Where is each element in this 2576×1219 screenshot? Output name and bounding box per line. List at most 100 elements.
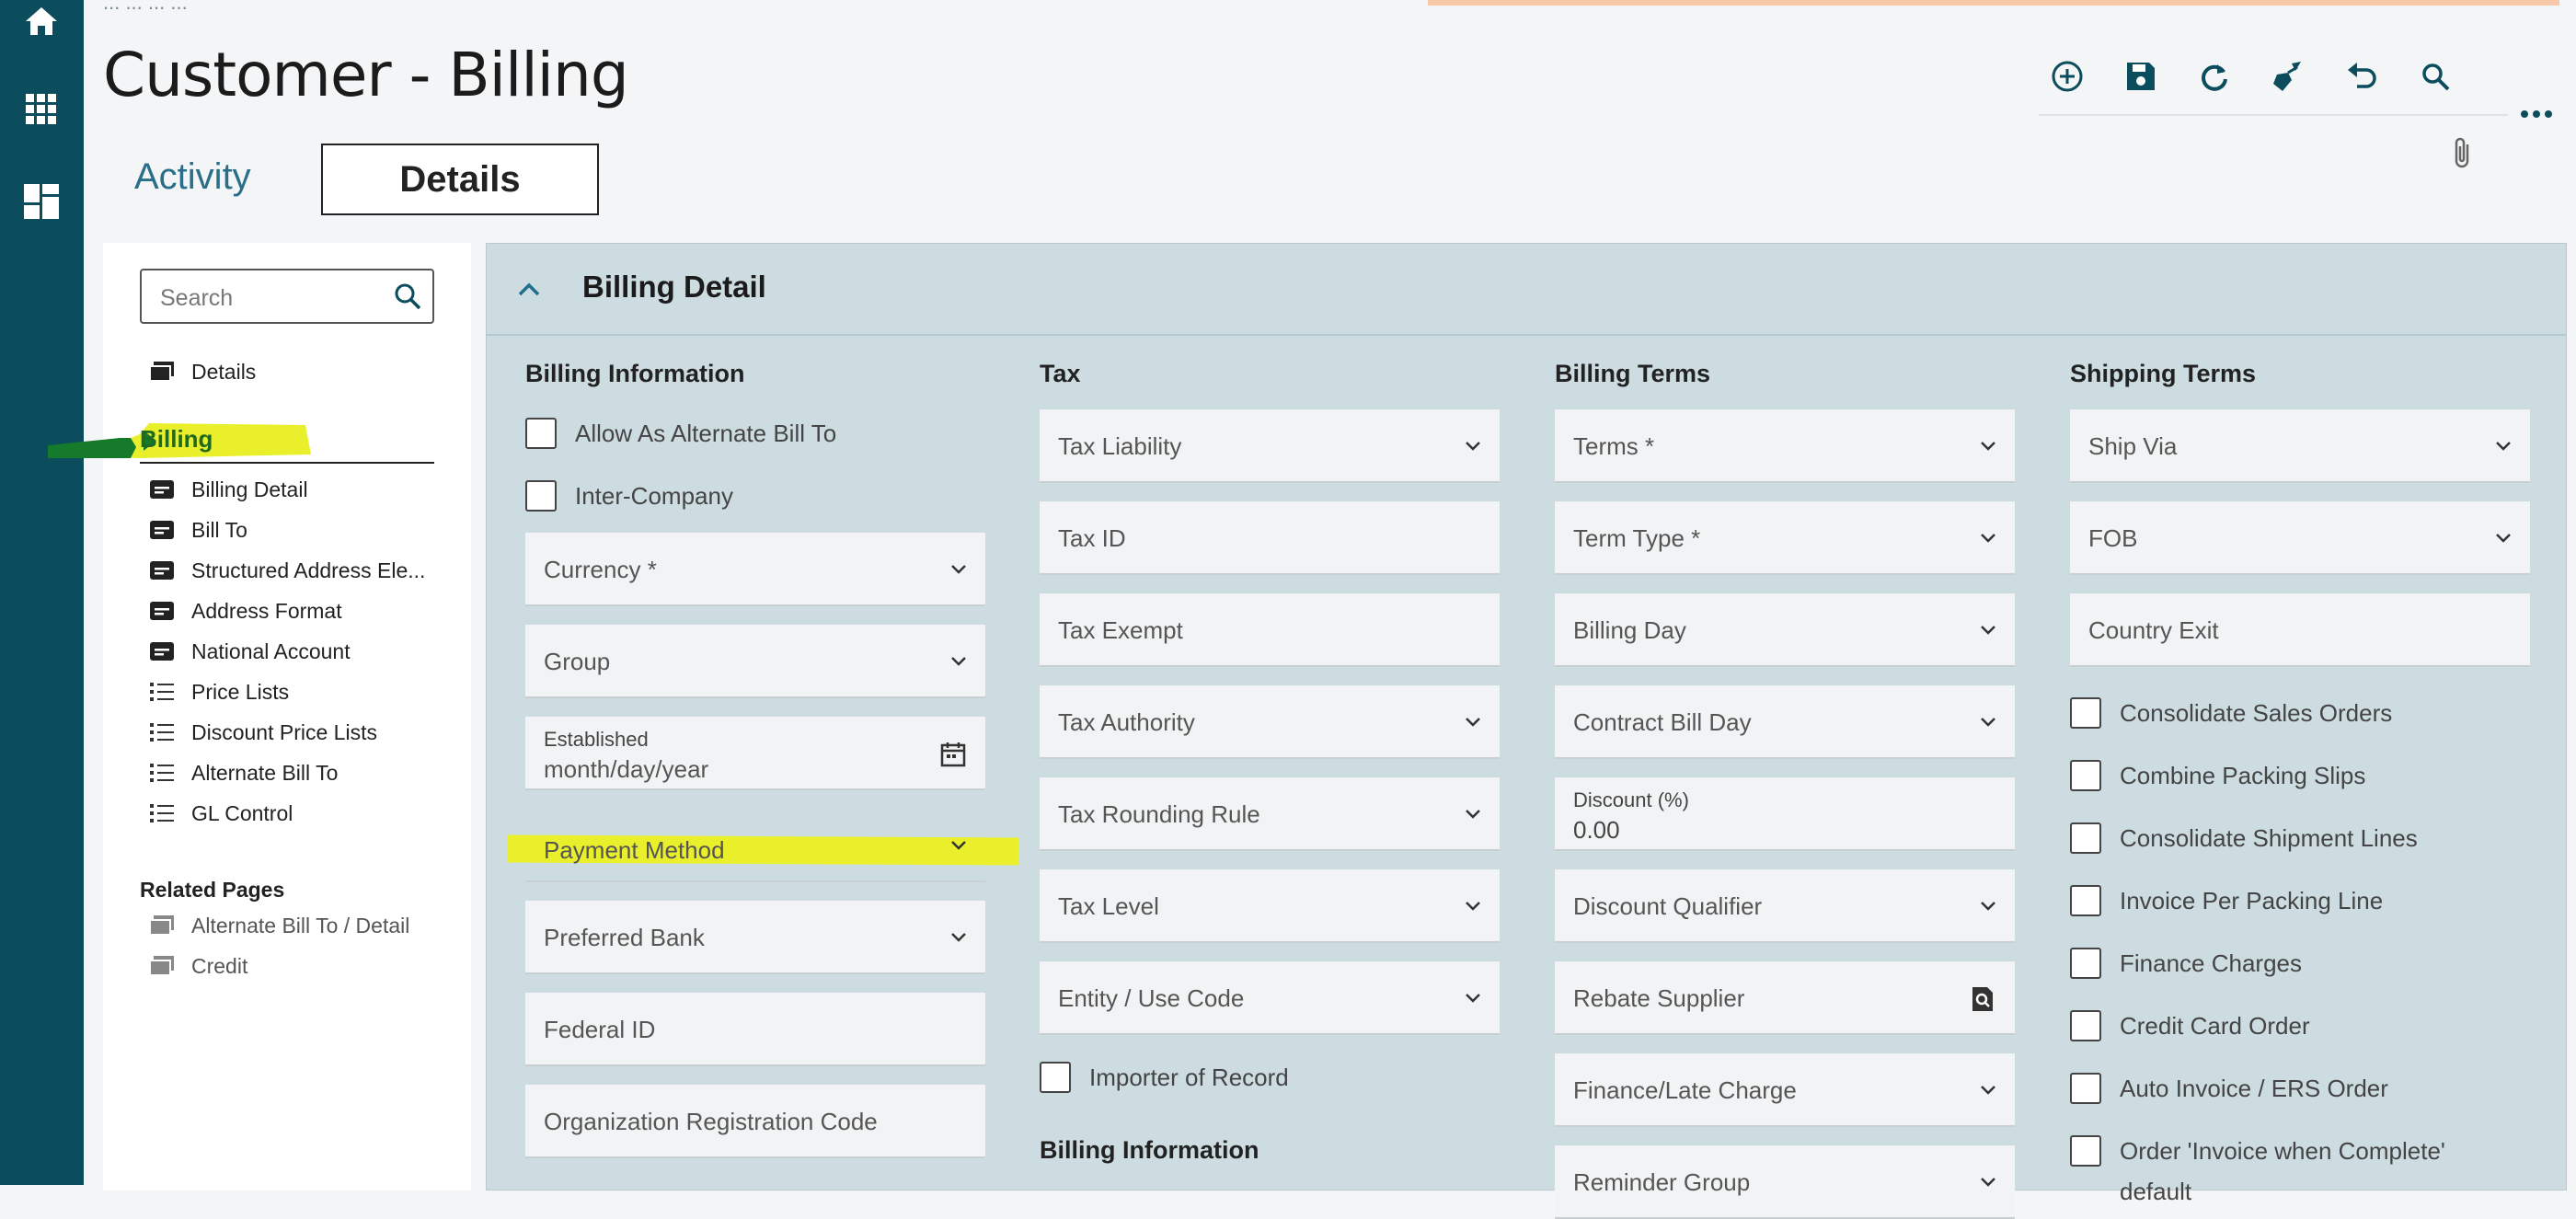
- calendar-icon[interactable]: [939, 741, 967, 768]
- more-options-icon[interactable]: [2513, 98, 2559, 131]
- chevron-down-icon[interactable]: [1463, 987, 1483, 1007]
- search-icon[interactable]: [2410, 52, 2460, 101]
- checkbox-box[interactable]: [2070, 697, 2101, 729]
- undo-icon[interactable]: [2337, 52, 2386, 101]
- country-exit-field[interactable]: Country Exit: [2070, 593, 2530, 667]
- tab-details[interactable]: Details: [321, 144, 599, 215]
- nav-search-input[interactable]: Search: [140, 269, 434, 324]
- attachment-icon[interactable]: [2442, 132, 2482, 173]
- checkbox-box[interactable]: [1040, 1062, 1071, 1093]
- federal-id-field[interactable]: Federal ID: [525, 993, 985, 1066]
- auto-invoice-ers-order-checkbox[interactable]: Auto Invoice / ERS Order: [2070, 1070, 2388, 1107]
- importer-of-record-checkbox[interactable]: Importer of Record: [1040, 1059, 1289, 1096]
- order-invoice-when-complete-checkbox[interactable]: Order 'Invoice when Complete': [2070, 1133, 2445, 1169]
- add-icon[interactable]: [2042, 52, 2092, 101]
- nav-item-bill-to[interactable]: Bill To: [147, 512, 247, 548]
- chevron-down-icon[interactable]: [1978, 1079, 1998, 1099]
- chevron-down-icon[interactable]: [1978, 435, 1998, 455]
- entity-use-code-select[interactable]: Entity / Use Code: [1040, 961, 1500, 1035]
- chevron-down-icon[interactable]: [1978, 1171, 1998, 1191]
- finance-charges-checkbox[interactable]: Finance Charges: [2070, 945, 2302, 982]
- nav-item-structured-address-ele[interactable]: Structured Address Ele...: [147, 552, 425, 589]
- inter-company-checkbox[interactable]: Inter-Company: [525, 477, 733, 514]
- consolidate-shipment-lines-checkbox[interactable]: Consolidate Shipment Lines: [2070, 820, 2418, 857]
- checkbox-box[interactable]: [525, 480, 557, 512]
- reminder-group-select[interactable]: Reminder Group: [1555, 1145, 2015, 1219]
- breadcrumb[interactable]: ... ... ... ...: [103, 0, 188, 15]
- checkbox-label: Auto Invoice / ERS Order: [2120, 1074, 2388, 1102]
- nav-item-details[interactable]: Details: [147, 353, 256, 390]
- chevron-down-icon[interactable]: [949, 650, 969, 671]
- chevron-down-icon[interactable]: [2493, 527, 2513, 547]
- tax-level-select[interactable]: Tax Level: [1040, 869, 1500, 943]
- chevron-down-icon[interactable]: [1978, 895, 1998, 915]
- refresh-icon[interactable]: [2190, 52, 2239, 101]
- nav-item-alternate-bill-to[interactable]: Alternate Bill To: [147, 754, 338, 791]
- checkbox-box[interactable]: [2070, 760, 2101, 791]
- chevron-down-icon[interactable]: [1463, 711, 1483, 731]
- nav-group-billing[interactable]: Billing: [48, 420, 434, 464]
- checkbox-box[interactable]: [2070, 1010, 2101, 1041]
- contract-bill-day-select[interactable]: Contract Bill Day: [1555, 685, 2015, 759]
- app-rail: [0, 0, 84, 1185]
- chevron-down-icon[interactable]: [949, 558, 969, 579]
- chevron-down-icon[interactable]: [2493, 435, 2513, 455]
- nav-item-address-format[interactable]: Address Format: [147, 592, 342, 629]
- checkbox-box[interactable]: [2070, 1073, 2101, 1104]
- nav-item-billing-detail[interactable]: Billing Detail: [147, 471, 308, 508]
- tax-exempt-field[interactable]: Tax Exempt: [1040, 593, 1500, 667]
- chevron-down-icon[interactable]: [1463, 435, 1483, 455]
- related-credit[interactable]: Credit: [147, 948, 247, 984]
- discount-percent-field[interactable]: Discount (%) 0.00: [1555, 777, 2015, 851]
- combine-packing-slips-checkbox[interactable]: Combine Packing Slips: [2070, 757, 2365, 794]
- billing-day-select[interactable]: Billing Day: [1555, 593, 2015, 667]
- nav-item-price-lists[interactable]: Price Lists: [147, 673, 289, 710]
- chevron-down-icon[interactable]: [1463, 803, 1483, 823]
- tax-rounding-rule-select[interactable]: Tax Rounding Rule: [1040, 777, 1500, 851]
- apps-grid-icon[interactable]: [20, 88, 63, 131]
- checkbox-box[interactable]: [2070, 885, 2101, 916]
- currency-select[interactable]: Currency *: [525, 533, 985, 606]
- nav-item-discount-price-lists[interactable]: Discount Price Lists: [147, 714, 377, 751]
- group-select[interactable]: Group: [525, 625, 985, 698]
- organization-registration-code-field[interactable]: Organization Registration Code: [525, 1085, 985, 1158]
- fob-select[interactable]: FOB: [2070, 501, 2530, 575]
- ship-via-select[interactable]: Ship Via: [2070, 409, 2530, 483]
- established-date-field[interactable]: Established month/day/year: [525, 717, 985, 790]
- allow-as-alternate-bill-to-checkbox[interactable]: Allow As Alternate Bill To: [525, 415, 836, 452]
- chevron-down-icon[interactable]: [1978, 527, 1998, 547]
- consolidate-sales-orders-checkbox[interactable]: Consolidate Sales Orders: [2070, 695, 2392, 731]
- tax-authority-select[interactable]: Tax Authority: [1040, 685, 1500, 759]
- dashboard-icon[interactable]: [20, 180, 63, 223]
- discount-qualifier-select[interactable]: Discount Qualifier: [1555, 869, 2015, 943]
- rebate-supplier-field[interactable]: Rebate Supplier: [1555, 961, 2015, 1035]
- tab-activity[interactable]: Activity: [134, 156, 251, 198]
- payment-method-select[interactable]: Payment Method: [525, 809, 985, 882]
- terms-select[interactable]: Terms *: [1555, 409, 2015, 483]
- credit-card-order-checkbox[interactable]: Credit Card Order: [2070, 1007, 2310, 1044]
- chevron-down-icon[interactable]: [949, 926, 969, 947]
- chevron-down-icon[interactable]: [1978, 619, 1998, 639]
- checkbox-box[interactable]: [2070, 1135, 2101, 1167]
- chevron-down-icon[interactable]: [949, 834, 969, 855]
- checkbox-box[interactable]: [2070, 822, 2101, 854]
- nav-item-national-account[interactable]: National Account: [147, 633, 351, 670]
- home-icon[interactable]: [20, 0, 63, 42]
- nav-item-gl-control[interactable]: GL Control: [147, 795, 293, 832]
- finance-late-charge-select[interactable]: Finance/Late Charge: [1555, 1053, 2015, 1127]
- save-icon[interactable]: [2116, 52, 2166, 101]
- checkbox-box[interactable]: [2070, 948, 2101, 979]
- tax-liability-select[interactable]: Tax Liability: [1040, 409, 1500, 483]
- clear-icon[interactable]: [2263, 52, 2313, 101]
- checkbox-box[interactable]: [525, 418, 557, 449]
- term-type-select[interactable]: Term Type *: [1555, 501, 2015, 575]
- related-alternate-bill-to[interactable]: Alternate Bill To / Detail: [147, 907, 409, 944]
- chevron-down-icon[interactable]: [1978, 711, 1998, 731]
- lookup-icon[interactable]: [1969, 985, 1996, 1013]
- preferred-bank-select[interactable]: Preferred Bank: [525, 901, 985, 974]
- chevron-up-icon[interactable]: [511, 271, 547, 308]
- search-icon[interactable]: [392, 281, 423, 316]
- tax-id-field[interactable]: Tax ID: [1040, 501, 1500, 575]
- invoice-per-packing-line-checkbox[interactable]: Invoice Per Packing Line: [2070, 882, 2383, 919]
- chevron-down-icon[interactable]: [1463, 895, 1483, 915]
